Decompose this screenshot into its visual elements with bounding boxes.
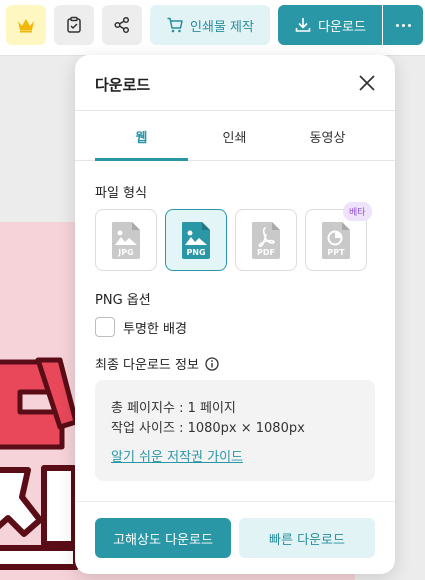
high-res-download-button[interactable]: 고해상도 다운로드 xyxy=(95,518,231,558)
tab-video[interactable]: 동영상 xyxy=(281,112,374,160)
download-icon xyxy=(295,18,311,32)
ppt-format-text: PPT xyxy=(327,248,345,257)
premium-button[interactable] xyxy=(6,5,46,45)
panel-title: 다운로드 xyxy=(95,76,151,94)
copyright-guide-link[interactable]: 알기 쉬운 저작권 가이드 xyxy=(111,446,243,465)
checklist-button[interactable] xyxy=(54,5,94,45)
format-option-jpg[interactable]: JPG xyxy=(95,209,157,271)
pdf-file-icon: PDF xyxy=(252,222,280,259)
tab-web[interactable]: 웹 xyxy=(95,112,188,161)
transparent-bg-checkbox[interactable] xyxy=(95,317,115,337)
panel-header: 다운로드 xyxy=(75,55,395,111)
final-info-label: 최종 다운로드 정보 xyxy=(95,358,199,373)
format-option-pdf[interactable]: PDF xyxy=(235,209,297,271)
cart-icon xyxy=(167,17,183,33)
jpg-file-icon: JPG xyxy=(112,222,140,259)
more-options-button[interactable] xyxy=(383,5,423,45)
jpg-format-text: JPG xyxy=(117,248,133,257)
beta-badge: 베타 xyxy=(343,202,372,221)
print-order-button[interactable]: 인쇄물 제작 xyxy=(150,5,270,45)
png-format-text: PNG xyxy=(186,248,205,257)
png-file-icon: PNG xyxy=(182,222,210,259)
top-toolbar: 인쇄물 제작 다운로드 xyxy=(0,0,425,56)
footer-divider xyxy=(75,501,395,502)
png-options-label: PNG 옵션 xyxy=(95,293,151,308)
download-button[interactable]: 다운로드 xyxy=(278,5,382,45)
share-button[interactable] xyxy=(102,5,142,45)
info-icon[interactable] xyxy=(205,356,219,371)
ppt-file-icon: PPT xyxy=(322,222,350,259)
final-info-heading: 최종 다운로드 정보 xyxy=(95,354,219,373)
download-label: 다운로드 xyxy=(318,19,366,35)
fast-download-button[interactable]: 빠른 다운로드 xyxy=(239,518,375,558)
pdf-format-text: PDF xyxy=(257,248,275,257)
print-order-label: 인쇄물 제작 xyxy=(190,19,254,35)
transparent-bg-label[interactable]: 투명한 배경 xyxy=(123,318,187,337)
download-tabs: 웹 인쇄 동영상 xyxy=(75,112,395,161)
format-option-png[interactable]: PNG xyxy=(165,209,227,271)
close-icon[interactable] xyxy=(357,73,377,93)
clipboard-check-icon xyxy=(67,16,81,33)
download-panel: 다운로드 웹 인쇄 동영상 파일 형식 JPG PNG PDF PPT 베타 P… xyxy=(75,55,395,574)
crown-icon xyxy=(18,19,34,33)
share-icon xyxy=(114,16,130,34)
file-format-label: 파일 형식 xyxy=(95,186,147,201)
tab-print[interactable]: 인쇄 xyxy=(188,112,281,160)
final-info-box: 총 페이지수 : 1 페이지 작업 사이즈 : 1080px × 1080px … xyxy=(95,380,375,481)
work-size-text: 작업 사이즈 : 1080px × 1080px xyxy=(111,421,305,436)
total-pages-text: 총 페이지수 : 1 페이지 xyxy=(111,401,236,416)
more-dots-icon xyxy=(395,23,411,27)
